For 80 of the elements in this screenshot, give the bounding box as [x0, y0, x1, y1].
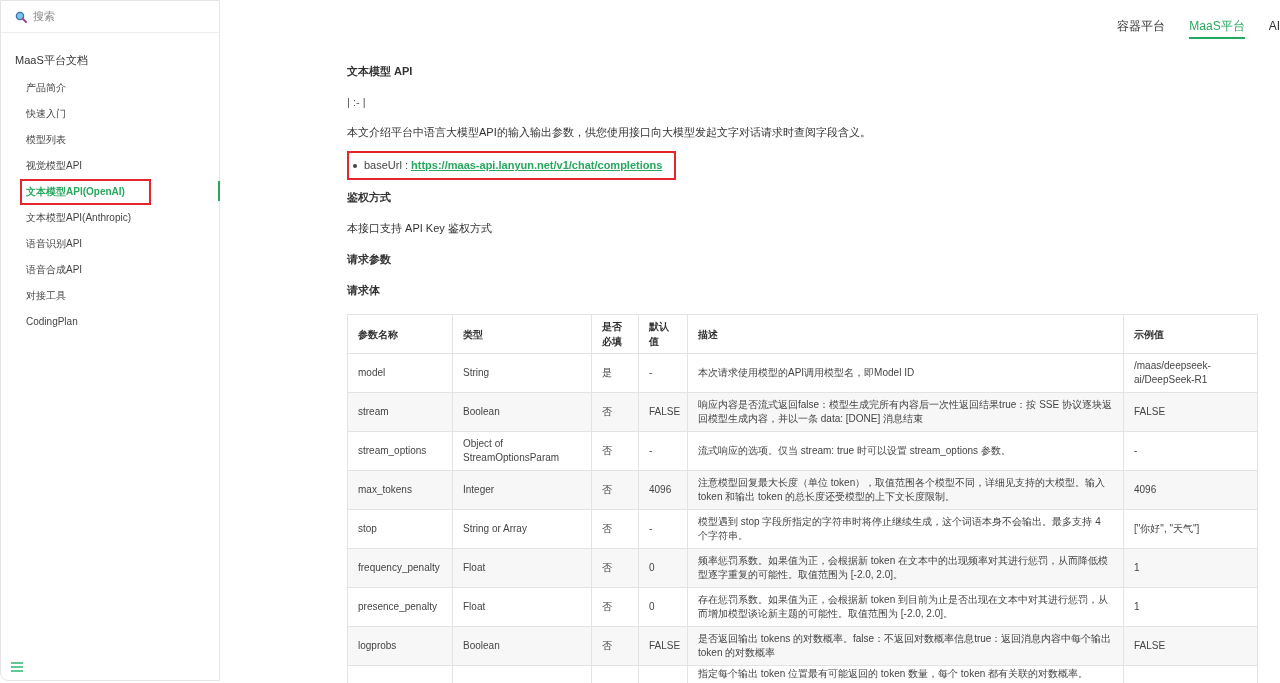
intro-text: 本文介绍平台中语言大模型API的输入输出参数，供您使用接口向大模型发起文字对话请求时查阅字段含义。: [347, 125, 872, 140]
required-cell: 否: [602, 483, 612, 497]
column-header: 是否必填: [592, 315, 639, 353]
section-heading: 鉴权方式: [347, 190, 392, 205]
page-title: 文本模型 API: [347, 64, 414, 79]
active-indicator: [218, 180, 220, 201]
default-cell: 4096: [649, 483, 672, 497]
type-cell: Float: [463, 561, 486, 575]
default-cell: FALSE: [649, 405, 681, 419]
type-cell: Boolean: [463, 405, 500, 419]
description-cell-text: 频率惩罚系数。如果值为正，会根据新 token 在文本中的出现频率对其进行惩罚，从而降低模型逐字重复的可能性。取值范围为 [-2.0, 2.0]。: [698, 554, 1110, 582]
example-cell: 1: [1134, 600, 1140, 614]
menu-icon[interactable]: [11, 662, 23, 672]
required-cell: 否: [602, 561, 612, 575]
default-cell: -: [649, 366, 653, 380]
type-cell: Boolean: [463, 639, 500, 653]
required-cell: 否: [602, 639, 612, 653]
example-cell: 1: [1134, 561, 1140, 575]
default-cell: FALSE: [649, 639, 681, 653]
description-cell: 本次请求使用模型的API调用模型名，即Model ID: [698, 366, 915, 380]
required-cell: 否: [602, 444, 612, 458]
example-cell: ["你好", "天气"]: [1134, 522, 1200, 536]
param-name-cell: model: [358, 366, 386, 380]
example-cell-text: /maas/deepseek-ai/DeepSeek-R1: [1134, 359, 1212, 387]
default-cell: 0: [649, 600, 655, 614]
description-cell-text: 注意模型回复最大长度（单位 token），取值范围各个模型不同，详细见支持的大模型。输入 token 和输出 token 的总长度还受模型的上下文长度限制。: [698, 476, 1107, 504]
required-cell: 是: [602, 366, 612, 380]
description-cell-text: 存在惩罚系数。如果值为正，会根据新 token 到目前为止是否出现在文本中对其进行惩罚，从而增加模型谈论新主题的可能性。取值范围为 [-2.0, 2.0]。: [698, 593, 1110, 621]
param-name-cell: stream: [358, 405, 389, 419]
nav-item[interactable]: CodingPlan: [1, 314, 78, 329]
param-name-cell: max_tokens: [358, 483, 412, 497]
nav-item[interactable]: 对接工具: [1, 288, 66, 303]
description-cell: 流式响应的选项。仅当 stream: true 时可以设置 stream_options 参数。: [698, 444, 1011, 458]
description-cell: 响应内容是否流式返回false：模型生成完所有内容后一次性返回结果true：按 SSE 协议逐块返回模型生成内容，并以一条 data: [DONE] 消息结束: [698, 398, 1113, 426]
column-header: 类型: [453, 315, 592, 353]
example-cell: 4096: [1134, 483, 1157, 497]
description-cell: 指定每个输出 token 位置最有可能返回的 token 数量，每个 token 都有关联的对数概率。: [698, 667, 1089, 681]
section-heading: 请求体: [347, 283, 381, 298]
bullet-icon: [353, 163, 357, 168]
search-icon: [15, 10, 27, 23]
description-cell: 是否返回输出 tokens 的对数概率。false：不返回对数概率信息true：返回消息内容中每个输出 token 的对数概率: [698, 632, 1113, 660]
section-heading: 请求参数: [347, 252, 392, 267]
column-header: 描述: [688, 315, 1124, 353]
param-name-cell: presence_penalty: [358, 600, 437, 614]
column-header: 示例值: [1133, 327, 1165, 342]
search-field[interactable]: 搜索: [33, 8, 183, 25]
required-cell: 否: [602, 600, 612, 614]
example-cell: FALSE: [1134, 405, 1166, 419]
type-cell: String: [463, 366, 490, 380]
param-name-cell: frequency_penalty: [358, 561, 440, 575]
nav-item[interactable]: 模型列表: [1, 132, 66, 147]
param-name-cell: stream_options: [358, 444, 427, 458]
required-cell: 否: [602, 522, 612, 536]
top-nav-link[interactable]: AI: [1268, 17, 1280, 39]
column-header: 默认值: [639, 315, 688, 353]
base-url-label: baseUrl :: [364, 158, 410, 174]
section-title: MaaS平台文档: [14, 53, 89, 68]
nav-item[interactable]: 语音识别API: [1, 236, 83, 251]
param-name-cell: stop: [358, 522, 377, 536]
top-nav-link[interactable]: 容器平台: [1117, 17, 1166, 39]
type-cell: Float: [463, 600, 486, 614]
nav-item[interactable]: 视觉模型API: [1, 158, 83, 173]
type-cell: String or Array: [463, 522, 527, 536]
default-cell: -: [649, 444, 653, 458]
separator-text: | :- |: [347, 95, 367, 110]
nav-item[interactable]: 产品简介: [1, 80, 66, 95]
description-cell-text: 模型遇到 stop 字段所指定的字符串时将停止继续生成，这个词语本身不会输出。最多支持 4 个字符串。: [698, 515, 1102, 543]
param-name-cell: logprobs: [358, 639, 397, 653]
nav-item[interactable]: 快速入门: [1, 106, 66, 121]
required-cell: 否: [602, 405, 612, 419]
nav-item[interactable]: 语音合成API: [1, 262, 83, 277]
column-header: 参数名称: [348, 315, 453, 353]
default-cell: -: [649, 522, 653, 536]
auth-text: 本接口支持 API Key 鉴权方式: [347, 221, 493, 236]
type-cell: Integer: [463, 483, 495, 497]
default-cell: 0: [649, 561, 655, 575]
example-cell: -: [1134, 444, 1138, 458]
nav-item[interactable]: 文本模型API(Anthropic): [1, 210, 132, 225]
example-cell: FALSE: [1134, 639, 1166, 653]
type-cell-text: Object of StreamOptionsParam: [463, 437, 561, 465]
